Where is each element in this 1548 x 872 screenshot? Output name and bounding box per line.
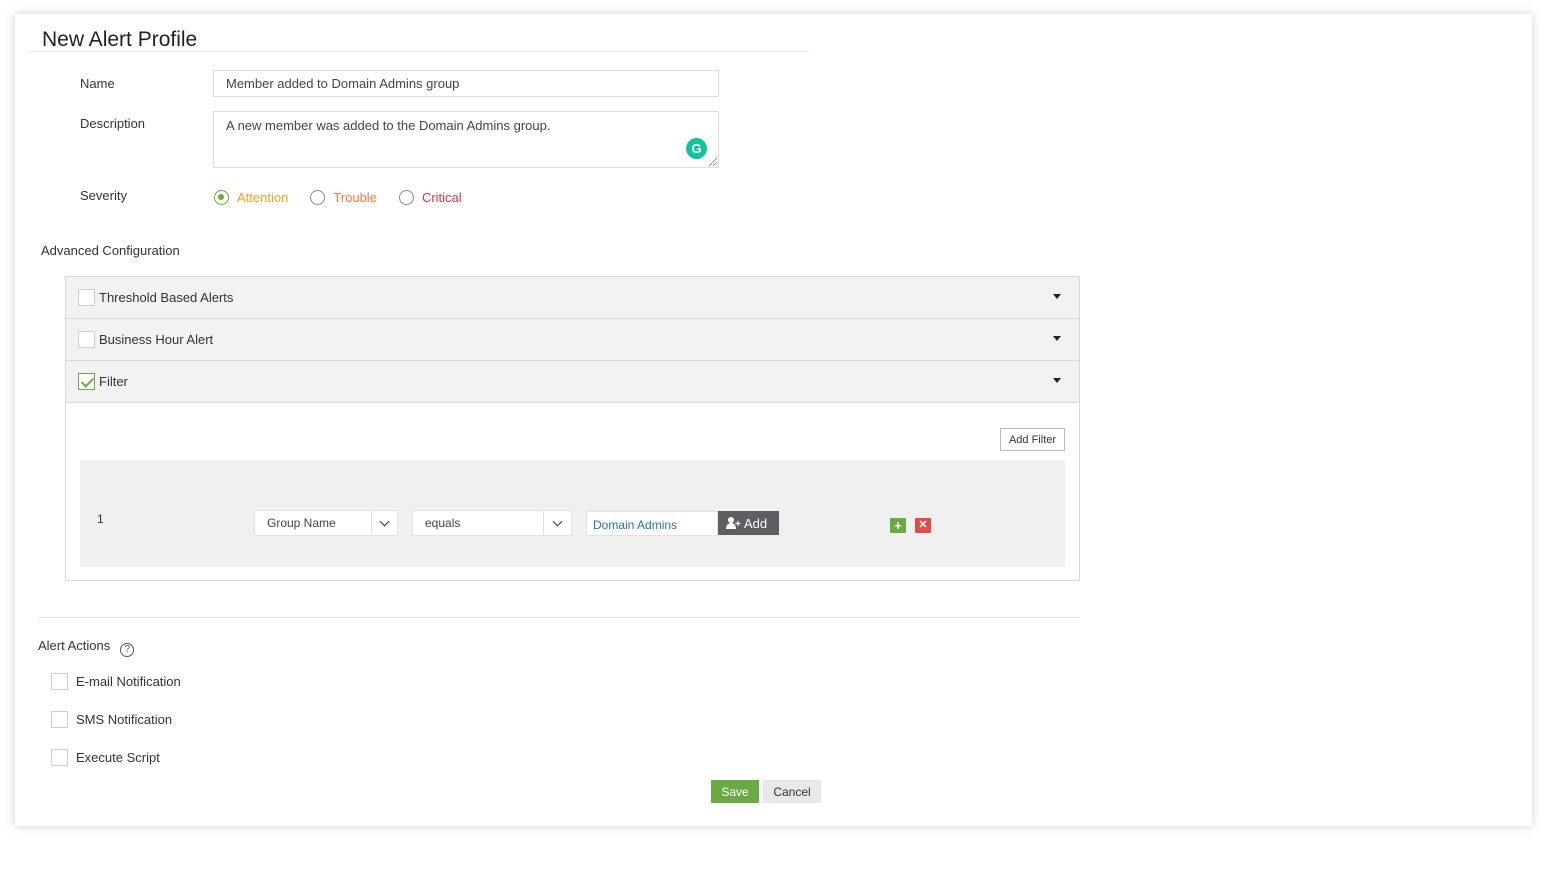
- add-user-icon: +: [726, 517, 741, 530]
- section-divider: [39, 617, 1080, 618]
- caret-down-icon[interactable]: [1053, 294, 1061, 299]
- severity-trouble-radio[interactable]: Trouble: [310, 189, 377, 205]
- add-group-button[interactable]: + Add: [718, 511, 779, 535]
- filter-operator-value: equals: [425, 516, 461, 530]
- severity-trouble-label: Trouble: [333, 189, 377, 205]
- business-hour-checkbox[interactable]: [78, 331, 95, 348]
- filter-value-input[interactable]: Domain Admins: [586, 511, 718, 536]
- select-divider: [543, 511, 544, 535]
- threshold-alerts-checkbox[interactable]: [78, 289, 95, 306]
- execute-script-label: Execute Script: [76, 750, 160, 765]
- page-title: New Alert Profile: [42, 28, 198, 51]
- description-text: A new member was added to the Domain Adm…: [226, 118, 551, 133]
- add-group-label: Add: [744, 515, 768, 531]
- help-icon[interactable]: ?: [120, 643, 135, 657]
- add-row-plus-icon[interactable]: +: [890, 518, 906, 533]
- severity-critical-label: Critical: [421, 189, 462, 205]
- name-label: Name: [80, 76, 115, 91]
- filter-checkbox[interactable]: [78, 373, 95, 390]
- execute-script-option[interactable]: Execute Script: [51, 749, 160, 766]
- title-divider: [27, 51, 809, 52]
- chevron-down-icon: [552, 516, 563, 527]
- add-filter-button[interactable]: Add Filter: [1000, 428, 1065, 451]
- filter-row-index: 1: [97, 512, 104, 526]
- sms-notification-option[interactable]: SMS Notification: [51, 711, 172, 728]
- threshold-alerts-label: Threshold Based Alerts: [99, 290, 234, 305]
- advanced-config-heading: Advanced Configuration: [41, 243, 180, 258]
- caret-down-icon[interactable]: [1053, 378, 1061, 383]
- radio-unselected-icon: [310, 189, 326, 205]
- sms-notification-label: SMS Notification: [76, 712, 173, 727]
- email-notification-checkbox[interactable]: [51, 673, 68, 690]
- alert-actions-label: Alert Actions: [38, 638, 111, 653]
- accordion-threshold-alerts[interactable]: Threshold Based Alerts: [66, 277, 1079, 319]
- severity-attention-radio[interactable]: Attention: [214, 189, 289, 205]
- filter-row: 1 Group Name equals Domain Admins + Add …: [80, 460, 1065, 567]
- alert-actions-heading: Alert Actions?: [38, 638, 135, 657]
- radio-unselected-icon: [398, 189, 414, 205]
- caret-down-icon[interactable]: [1053, 336, 1061, 341]
- filter-field-value: Group Name: [267, 516, 336, 530]
- accordion-business-hour-alert[interactable]: Business Hour Alert: [66, 319, 1079, 361]
- grammarly-icon[interactable]: G: [686, 138, 707, 159]
- severity-label: Severity: [80, 188, 127, 203]
- resize-handle-icon[interactable]: [707, 156, 717, 166]
- sms-notification-checkbox[interactable]: [51, 711, 68, 728]
- business-hour-label: Business Hour Alert: [99, 332, 214, 347]
- severity-critical-radio[interactable]: Critical: [398, 189, 462, 205]
- email-notification-label: E-mail Notification: [76, 674, 181, 689]
- execute-script-checkbox[interactable]: [51, 749, 68, 766]
- description-label: Description: [80, 116, 146, 131]
- filter-operator-select[interactable]: equals: [412, 510, 572, 536]
- severity-attention-label: Attention: [237, 189, 289, 205]
- description-textarea[interactable]: A new member was added to the Domain Adm…: [213, 111, 719, 168]
- accordion-filter[interactable]: Filter: [66, 361, 1079, 403]
- advanced-config-panel: Threshold Based Alerts Business Hour Ale…: [65, 276, 1080, 581]
- cancel-button[interactable]: Cancel: [763, 780, 821, 803]
- filter-value-text: Domain Admins: [593, 518, 678, 532]
- filter-label: Filter: [99, 374, 128, 389]
- save-button[interactable]: Save: [711, 780, 759, 803]
- name-input[interactable]: [213, 70, 719, 97]
- filter-field-select[interactable]: Group Name: [254, 510, 398, 536]
- delete-row-x-icon[interactable]: ✕: [915, 518, 931, 533]
- severity-radio-group: Attention Trouble Critical: [214, 188, 484, 206]
- radio-selected-icon: [214, 189, 229, 205]
- select-divider: [371, 511, 372, 535]
- chevron-down-icon: [379, 516, 390, 527]
- email-notification-option[interactable]: E-mail Notification: [51, 673, 181, 690]
